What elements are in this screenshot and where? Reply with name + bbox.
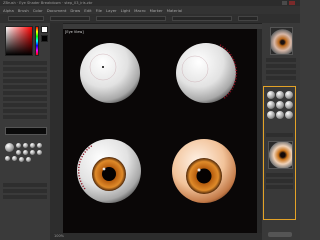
eyeball-plain [80,43,140,103]
material-sphere[interactable] [37,143,42,148]
minimize-icon[interactable] [282,1,287,5]
menu-item-edit[interactable]: Edit [84,8,91,13]
menu-item-layer[interactable]: Layer [106,8,117,13]
material-sphere[interactable] [19,157,24,162]
toolbar-field-2[interactable] [50,16,90,21]
brush-icon[interactable] [285,111,293,119]
menu-item-file[interactable]: File [96,8,102,13]
material-sphere[interactable] [30,150,35,155]
zoom-label: 100% [54,234,65,238]
bottom-logo [268,232,292,237]
eye-render-canvas [77,43,238,203]
menu-item-marker[interactable]: Marker [150,8,163,13]
document-viewport[interactable]: [Eye View] [63,29,257,233]
eyeball-iris-peach [172,139,236,203]
brush-icon[interactable] [285,91,293,99]
main-color-swatch[interactable] [41,26,48,33]
panel-row[interactable] [3,97,47,101]
toolbar-field-3[interactable] [96,16,166,21]
brush-icon[interactable] [276,101,284,109]
material-sphere[interactable] [37,150,42,155]
right-panel-row[interactable] [266,76,296,80]
material-sphere[interactable] [16,150,21,155]
material-sphere[interactable] [26,157,31,162]
right-panel-row[interactable] [266,179,293,183]
toolbar-field-1[interactable] [8,16,44,21]
brush-icon[interactable] [285,101,293,109]
bottom-status-bar: 100% [50,233,262,240]
left-tool-panel [0,23,51,240]
iris-texture-thumbnail[interactable] [268,141,293,169]
material-sphere[interactable] [12,156,17,161]
brush-icon[interactable] [267,111,275,119]
menu-bar: Alpha Brush Color Document Draw Edit Fil… [0,6,300,14]
brush-icon[interactable] [276,91,284,99]
right-panel-row[interactable] [266,70,296,74]
eyeball-iris-white [77,139,141,203]
eye-preview-thumbnail[interactable] [270,27,293,55]
panel-row[interactable] [3,85,47,89]
panel-row[interactable] [3,67,47,71]
viewport-gutter [50,23,63,233]
window-title: ZBrush · Eye Shader Breakdown · step_03_… [3,1,93,5]
panel-row[interactable] [3,73,47,77]
material-sphere[interactable] [16,143,21,148]
color-picker[interactable] [5,26,33,56]
panel-row[interactable] [3,183,47,187]
menu-item-macro[interactable]: Macro [134,8,146,13]
menu-item-alpha[interactable]: Alpha [3,8,14,13]
toolbar-field-4[interactable] [172,16,232,21]
hue-slider[interactable] [35,26,39,56]
panel-row[interactable] [3,115,47,119]
close-icon[interactable] [289,1,295,5]
material-sphere[interactable] [30,143,35,148]
panel-row[interactable] [3,79,47,83]
material-sphere[interactable] [23,150,28,155]
material-sphere[interactable] [23,143,28,148]
panel-row[interactable] [3,189,47,193]
material-grid [3,141,47,171]
right-panel-row[interactable] [266,173,293,177]
secondary-color-swatch[interactable] [41,35,48,42]
panel-row[interactable] [3,195,47,199]
menu-item-document[interactable]: Document [47,8,67,13]
material-sphere[interactable] [5,143,14,152]
menu-item-color[interactable]: Color [33,8,43,13]
brush-icon[interactable] [276,111,284,119]
menu-item-brush[interactable]: Brush [18,8,29,13]
material-swatch-black[interactable] [5,127,47,135]
brush-icon-grid [266,90,294,130]
right-panel-row[interactable] [266,58,296,62]
panel-row[interactable] [3,61,47,65]
menu-item-draw[interactable]: Draw [70,8,80,13]
eyeball-veined [176,43,238,103]
right-panel-row[interactable] [266,185,293,189]
brush-icon[interactable] [267,91,275,99]
menu-item-material[interactable]: Material [167,8,182,13]
right-panel-row[interactable] [266,64,296,68]
panel-row[interactable] [3,103,47,107]
viewport-label: [Eye View] [65,30,84,34]
toolbar-field-5[interactable] [238,16,258,21]
panel-row[interactable] [3,109,47,113]
panel-row[interactable] [3,91,47,95]
right-panel-row[interactable] [266,133,293,137]
material-sphere[interactable] [5,156,10,161]
menu-item-light[interactable]: Light [121,8,130,13]
brush-icon[interactable] [267,101,275,109]
